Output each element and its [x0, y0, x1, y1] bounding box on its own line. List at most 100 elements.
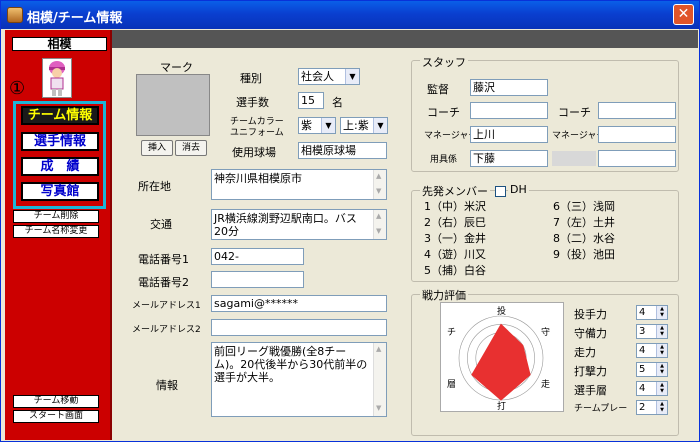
coach1-input[interactable]: [470, 102, 548, 119]
menu-team-info[interactable]: チーム情報: [21, 106, 99, 125]
spinner-arrows-icon[interactable]: ▲ ▼: [656, 344, 667, 357]
strength-spinner[interactable]: 3 ▲ ▼: [636, 324, 668, 339]
phone1-input[interactable]: 042-: [211, 248, 304, 265]
info-value: 前回リーグ戦優勝(全8チーム)。20代後半から30代前半の選手が大半。: [214, 345, 368, 384]
equipment-input[interactable]: 下藤: [470, 150, 548, 167]
move-team-button[interactable]: チーム移動: [13, 395, 99, 408]
info-textarea[interactable]: 前回リーグ戦優勝(全8チーム)。20代後半から30代前半の選手が大半。: [211, 342, 387, 417]
mail1-input[interactable]: sagami@******: [211, 295, 387, 312]
step-marker: ①: [9, 78, 26, 99]
menu-player-info[interactable]: 選手情報: [21, 132, 99, 151]
mgr1-input[interactable]: 上川: [470, 126, 548, 143]
scrollbar[interactable]: [373, 343, 386, 416]
strength-label: 打撃力: [574, 365, 607, 378]
player-name[interactable]: 川又: [464, 248, 486, 261]
field-position: （一）: [431, 232, 464, 245]
phone2-input[interactable]: [211, 271, 304, 288]
address-value: 神奈川県相模原市: [214, 172, 302, 185]
staff-title: スタッフ: [420, 54, 468, 70]
strength-label: 守備力: [574, 327, 607, 340]
mail1-label: メールアドレス1: [132, 301, 201, 311]
menu-highlight-box: チーム情報 選手情報 成 績 写真館: [13, 101, 106, 209]
strength-label: 投手力: [574, 308, 607, 321]
player-name[interactable]: 米沢: [464, 200, 486, 213]
stadium-input[interactable]: 相模原球場: [298, 142, 387, 159]
team-color-select[interactable]: 紫 ▼: [298, 117, 336, 134]
strength-row: 走力 4 ▲ ▼: [574, 343, 674, 360]
coach1-label: コーチ: [427, 106, 460, 119]
empty-label-slot: [552, 151, 596, 166]
mgr2-input[interactable]: [598, 126, 676, 143]
coach2-label: コーチ: [558, 106, 591, 119]
dh-checkbox[interactable]: [495, 186, 506, 197]
batting-order: 5: [424, 264, 431, 277]
field-position: （二）: [560, 232, 593, 245]
radar-axis-defense: 守: [541, 326, 550, 338]
strength-value: 3: [639, 326, 646, 337]
spinner-arrows-icon[interactable]: ▲ ▼: [656, 325, 667, 338]
scrollbar[interactable]: [373, 210, 386, 239]
header-bar: [112, 30, 698, 48]
strength-spinner[interactable]: 4 ▲ ▼: [636, 305, 668, 320]
remove-mark-button[interactable]: 消去: [175, 140, 207, 156]
manager-input[interactable]: 藤沢: [470, 79, 548, 96]
delete-team-button[interactable]: チーム削除: [13, 210, 99, 223]
spinner-arrows-icon[interactable]: ▲ ▼: [656, 382, 667, 395]
access-value: JR横浜線渕野辺駅南口。バス20分: [214, 212, 357, 238]
extra-staff-input[interactable]: [598, 150, 676, 167]
app-icon: [7, 7, 23, 23]
phone2-label: 電話番号2: [138, 276, 189, 289]
insert-mark-button[interactable]: 挿入: [141, 140, 173, 156]
player-name[interactable]: 水谷: [593, 232, 615, 245]
address-input[interactable]: 神奈川県相模原市: [211, 169, 387, 200]
field-position: （三）: [560, 200, 593, 213]
field-position: （遊）: [431, 248, 464, 261]
player-name[interactable]: 土井: [593, 216, 615, 229]
player-avatar-icon: [42, 58, 72, 98]
player-name[interactable]: 白谷: [464, 264, 486, 277]
field-position: （投）: [560, 248, 593, 261]
uniform-select[interactable]: 上:紫 ▼: [340, 117, 388, 134]
lineup-row: 5（捕）白谷: [424, 262, 544, 277]
strength-label: 走力: [574, 346, 596, 359]
players-count-input[interactable]: 15: [298, 92, 324, 109]
strength-value: 5: [639, 364, 646, 375]
player-name[interactable]: 池田: [593, 248, 615, 261]
spinner-arrows-icon[interactable]: ▲ ▼: [656, 401, 667, 414]
equipment-label: 用具係: [430, 155, 458, 165]
strength-spinner[interactable]: 4 ▲ ▼: [636, 381, 668, 396]
access-input[interactable]: JR横浜線渕野辺駅南口。バス20分: [211, 209, 387, 240]
field-position: （中）: [431, 200, 464, 213]
chevron-down-icon: ▼: [321, 118, 335, 133]
batting-order: 2: [424, 216, 431, 229]
mark-image: [136, 74, 210, 136]
spinner-arrows-icon[interactable]: ▲ ▼: [656, 306, 667, 319]
player-name[interactable]: 辰巳: [464, 216, 486, 229]
strength-label: 選手層: [574, 384, 607, 397]
mail2-input[interactable]: [211, 319, 387, 336]
menu-player-info-label: 選手情報: [33, 134, 86, 149]
chevron-down-icon: ▼: [345, 69, 359, 84]
stadium-label: 使用球場: [232, 146, 276, 159]
rename-team-button[interactable]: チーム名称変更: [13, 225, 99, 238]
start-screen-button[interactable]: スタート画面: [13, 410, 99, 423]
player-name[interactable]: 浅岡: [593, 200, 615, 213]
strength-spinner[interactable]: 4 ▲ ▼: [636, 343, 668, 358]
lineup-row: 1（中）米沢: [424, 198, 544, 213]
menu-results[interactable]: 成 績: [21, 157, 99, 176]
player-name[interactable]: 金井: [464, 232, 486, 245]
app-window: 相模/チーム情報 ✕ 相模 ① チーム情報 選手情報 成 績 写真館 チーム削除…: [0, 0, 700, 442]
type-select[interactable]: 社会人 ▼: [298, 68, 360, 85]
spinner-arrows-icon[interactable]: ▲ ▼: [656, 363, 667, 376]
strength-value: 4: [639, 383, 646, 394]
radar-chart: 投 守 走 打 層 チ: [447, 305, 550, 412]
strength-value: 4: [639, 345, 646, 356]
menu-photo-gallery[interactable]: 写真館: [21, 182, 99, 201]
strength-spinner[interactable]: 2 ▲ ▼: [636, 400, 668, 415]
lineup-row: 8（二）水谷: [553, 230, 673, 245]
scrollbar[interactable]: [373, 170, 386, 199]
close-button[interactable]: ✕: [673, 4, 694, 25]
strength-spinner[interactable]: 5 ▲ ▼: [636, 362, 668, 377]
coach2-input[interactable]: [598, 102, 676, 119]
title-bar: 相模/チーム情報 ✕: [1, 1, 699, 29]
